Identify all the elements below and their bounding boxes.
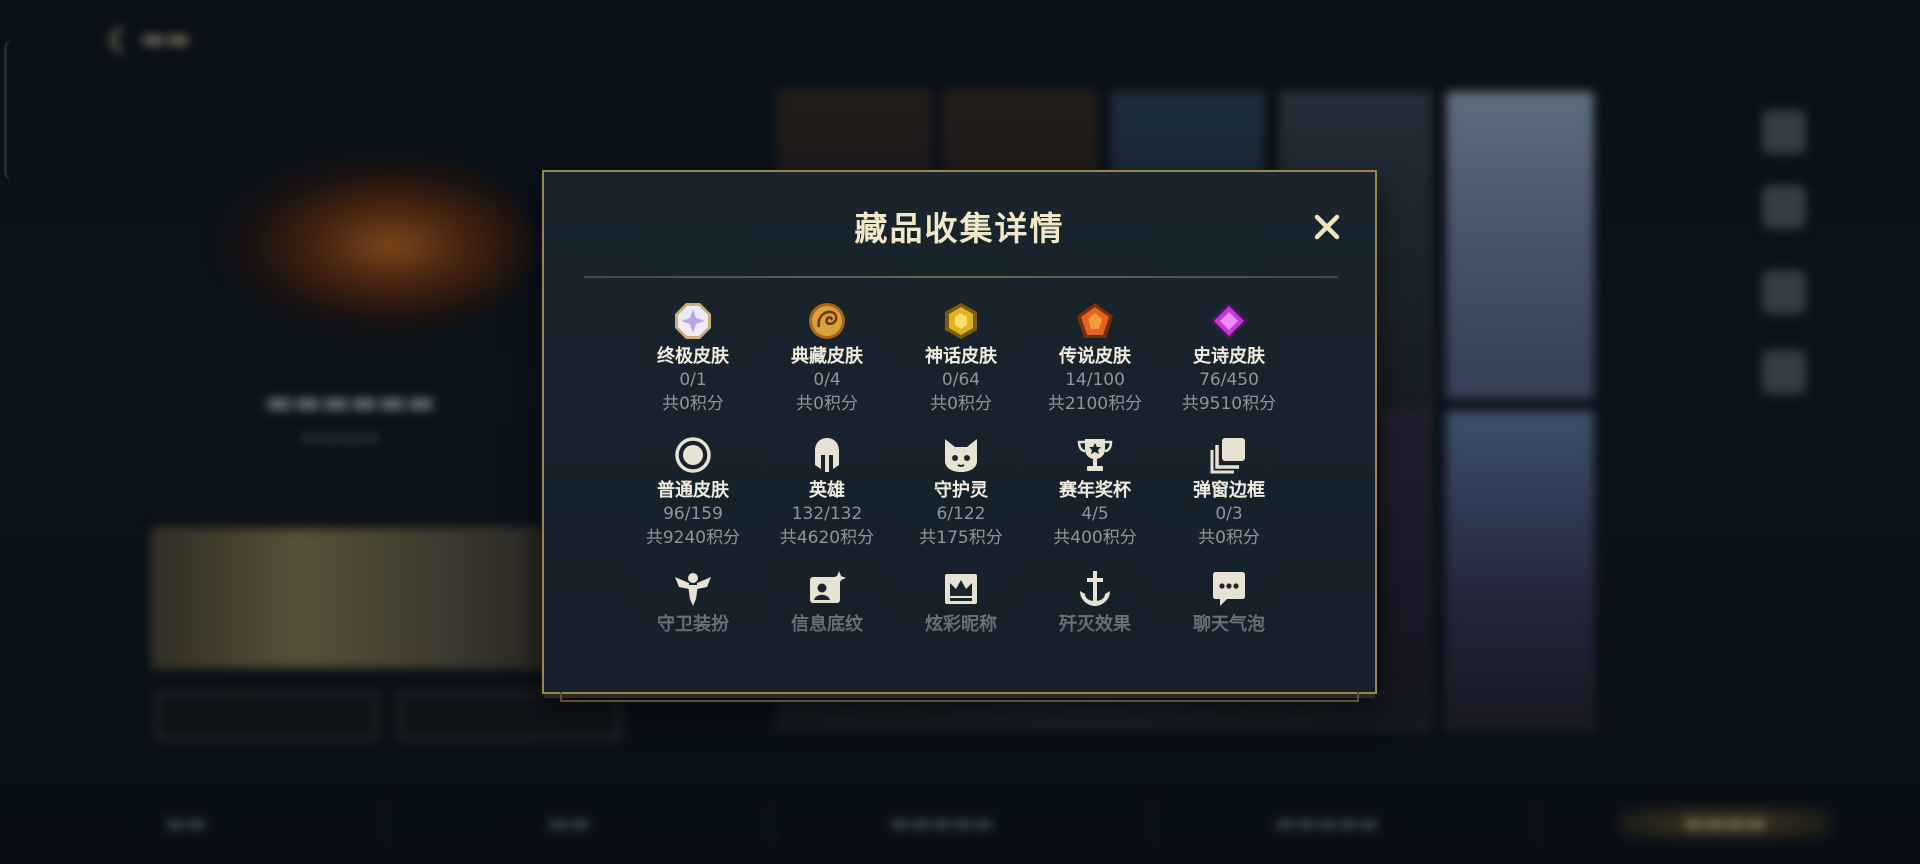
- profile-card-sparkle-icon: [806, 568, 848, 610]
- title-divider: [584, 276, 1338, 278]
- category-name: 神话皮肤: [925, 346, 997, 367]
- ultimate-skin-octagon-icon: [672, 300, 714, 342]
- category-name: 信息底纹: [791, 614, 863, 635]
- category-points: 共0积分: [930, 394, 992, 414]
- collection-category-item[interactable]: 守护灵 6/122 共175积分: [894, 434, 1028, 554]
- collection-category-grid: 终极皮肤 0/1 共0积分 典藏皮肤 0/4 共0积分 神话皮肤 0/64 共0积分 传说皮肤 14…: [584, 300, 1338, 688]
- category-count: 0/1: [679, 370, 707, 390]
- category-count: 6/122: [936, 504, 986, 524]
- category-points: 共2100积分: [1047, 394, 1143, 414]
- category-name: 弹窗边框: [1193, 480, 1265, 501]
- gold-hexagon-gem-icon: [940, 300, 982, 342]
- category-count: 14/100: [1065, 370, 1125, 390]
- category-count: 0/3: [1215, 504, 1243, 524]
- collection-category-item[interactable]: 传说皮肤 14/100 共2100积分: [1028, 300, 1162, 420]
- collection-category-item[interactable]: 英雄 132/132 共4620积分: [760, 434, 894, 554]
- category-points: 共0积分: [796, 394, 858, 414]
- category-count: 96/159: [663, 504, 723, 524]
- collection-category-item[interactable]: 信息底纹: [760, 568, 894, 688]
- collection-category-item[interactable]: 终极皮肤 0/1 共0积分: [626, 300, 760, 420]
- category-points: 共9510积分: [1181, 394, 1277, 414]
- category-count: 4/5: [1081, 504, 1109, 524]
- collection-category-item[interactable]: 神话皮肤 0/64 共0积分: [894, 300, 1028, 420]
- purple-diamond-gem-icon: [1208, 300, 1250, 342]
- collection-category-item[interactable]: 弹窗边框 0/3 共0积分: [1162, 434, 1296, 554]
- collection-category-item[interactable]: 普通皮肤 96/159 共9240积分: [626, 434, 760, 554]
- category-name: 终极皮肤: [657, 346, 729, 367]
- dragon-coin-icon: [806, 300, 848, 342]
- chat-bubble-icon: [1208, 568, 1250, 610]
- category-count: 0/64: [941, 370, 981, 390]
- category-points: 共9240积分: [645, 528, 741, 548]
- category-points: 共400积分: [1053, 528, 1137, 548]
- guardian-pet-face-icon: [940, 434, 982, 476]
- spartan-helmet-icon: [806, 434, 848, 476]
- category-name: 歼灭效果: [1059, 614, 1131, 635]
- category-points: 共0积分: [1198, 528, 1260, 548]
- collection-category-item[interactable]: 史诗皮肤 76/450 共9510积分: [1162, 300, 1296, 420]
- dialog-title: 藏品收集详情: [854, 209, 1065, 248]
- close-button[interactable]: [1307, 207, 1347, 247]
- anchor-sword-icon: [1074, 568, 1116, 610]
- ring-circle-icon: [672, 434, 714, 476]
- close-icon: [1314, 214, 1340, 240]
- category-name: 聊天气泡: [1193, 614, 1265, 635]
- orange-pentagon-gem-icon: [1074, 300, 1116, 342]
- collection-category-item[interactable]: 赛年奖杯 4/5 共400积分: [1028, 434, 1162, 554]
- winged-guard-icon: [672, 568, 714, 610]
- collection-details-dialog: 藏品收集详情 终极皮肤 0/1 共0积分 典藏皮肤 0/4 共0积分 神话皮肤 0/64 共0积…: [542, 170, 1377, 702]
- category-points: 共0积分: [662, 394, 724, 414]
- category-count: 0/4: [813, 370, 841, 390]
- trophy-icon: [1074, 434, 1116, 476]
- category-count: 132/132: [791, 504, 863, 524]
- category-name: 史诗皮肤: [1193, 346, 1265, 367]
- collection-category-item[interactable]: 炫彩昵称: [894, 568, 1028, 688]
- category-name: 普通皮肤: [657, 480, 729, 501]
- category-name: 英雄: [809, 480, 845, 501]
- crown-nameplate-icon: [940, 568, 982, 610]
- category-name: 传说皮肤: [1059, 346, 1131, 367]
- category-points: 共175积分: [919, 528, 1003, 548]
- collection-category-item[interactable]: 歼灭效果: [1028, 568, 1162, 688]
- collection-category-item[interactable]: 聊天气泡: [1162, 568, 1296, 688]
- stacked-frames-icon: [1208, 434, 1250, 476]
- collection-category-item[interactable]: 典藏皮肤 0/4 共0积分: [760, 300, 894, 420]
- category-name: 赛年奖杯: [1059, 480, 1131, 501]
- collection-category-item[interactable]: 守卫装扮: [626, 568, 760, 688]
- category-name: 典藏皮肤: [791, 346, 863, 367]
- category-name: 炫彩昵称: [925, 614, 997, 635]
- category-name: 守护灵: [934, 480, 988, 501]
- category-name: 守卫装扮: [657, 614, 729, 635]
- category-points: 共4620积分: [779, 528, 875, 548]
- category-count: 76/450: [1199, 370, 1259, 390]
